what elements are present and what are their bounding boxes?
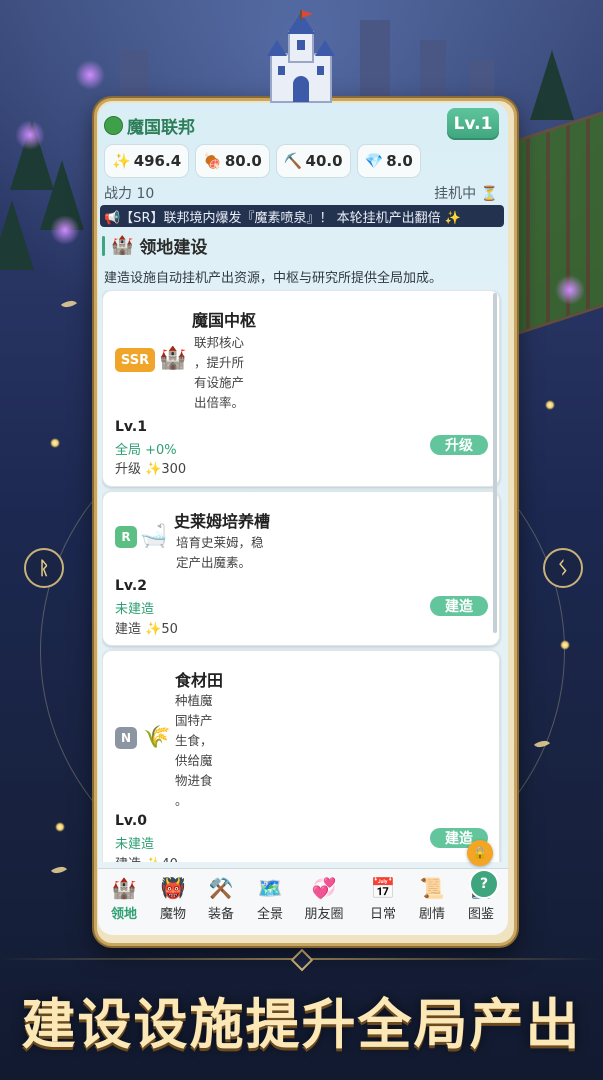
tab-panorama[interactable]: 🗺️ 全景 bbox=[247, 875, 293, 922]
lock-icon[interactable]: 🔒 bbox=[467, 840, 493, 866]
tab-label: 日常 bbox=[369, 907, 396, 922]
world-map-icon: 🗺️ bbox=[257, 876, 283, 900]
resource-meat[interactable]: 🍖 80.0 bbox=[195, 144, 270, 178]
tab-friends[interactable]: 💞 朋友圈 bbox=[301, 875, 347, 922]
magic-crystal bbox=[50, 215, 80, 245]
sparkle bbox=[545, 400, 555, 410]
help-button[interactable]: ? bbox=[469, 869, 499, 899]
magic-crystal bbox=[15, 120, 45, 150]
meat-icon: 🍖 bbox=[203, 152, 222, 170]
monster-icon: 👹 bbox=[160, 876, 186, 900]
combat-power: 战力 10 bbox=[104, 186, 155, 202]
section-description: 建造设施自动挂机产出资源，中枢与研究所提供全局加成。 bbox=[104, 271, 443, 286]
right-rune-icon: ᛊ bbox=[543, 548, 583, 588]
calendar-icon: 📅 bbox=[370, 876, 396, 900]
faction[interactable]: 魔国联邦 bbox=[104, 113, 195, 138]
castle-crest-icon bbox=[267, 10, 335, 103]
castle-icon: 🏰 bbox=[159, 346, 187, 371]
tab-label: 领地 bbox=[110, 907, 137, 922]
bathtub-icon: 🛁 bbox=[140, 524, 168, 549]
resource-value: 8.0 bbox=[386, 152, 413, 170]
building-card[interactable]: SSR 🏰 魔国中枢 联邦核心 ，提升所 有设施产 出倍率。 Lv.1 全局 +… bbox=[102, 290, 500, 487]
building-level: Lv.0 bbox=[115, 813, 147, 829]
building-cost: 升级 ✨300 bbox=[115, 462, 187, 477]
falling-leaf bbox=[50, 862, 68, 878]
territory-castle-icon: 🏰 bbox=[111, 235, 134, 256]
level-badge[interactable]: Lv.1 bbox=[447, 108, 499, 140]
faction-name: 魔国联邦 bbox=[127, 118, 195, 138]
building-cost: 建造 ✨40 bbox=[115, 853, 178, 862]
sparkle bbox=[560, 640, 570, 650]
building-level: Lv.2 bbox=[115, 578, 147, 594]
building-card[interactable]: R 🛁 史莱姆培养槽 培育史莱姆，稳 定产出魔素。 Lv.2 未建造 建造 ✨5… bbox=[102, 491, 500, 646]
building-cost: 建造 ✨50 bbox=[115, 622, 178, 637]
scroll-icon: 📜 bbox=[419, 876, 445, 900]
idle-status[interactable]: 挂机中 ⏳ bbox=[434, 183, 498, 203]
magic-crystal bbox=[75, 60, 105, 90]
hearts-icon: 💞 bbox=[311, 876, 337, 900]
building-level: Lv.1 bbox=[115, 419, 147, 435]
resource-sparkle[interactable]: ✨ 496.4 bbox=[104, 144, 190, 178]
section-title: 🏰 领地建设 bbox=[102, 233, 207, 258]
resource-bar: ✨ 496.4 🍖 80.0 ⛏️ 40.0 💎 8.0 bbox=[104, 144, 421, 178]
sparkle-icon: ✨ bbox=[112, 152, 131, 170]
building-name: 食材田 bbox=[175, 671, 224, 690]
upgrade-button[interactable]: 升级 bbox=[430, 435, 488, 455]
tab-monsters[interactable]: 👹 魔物 bbox=[150, 875, 196, 922]
building-description: 联邦核心 ，提升所 有设施产 出倍率。 bbox=[194, 335, 245, 410]
diamond-icon: 💎 bbox=[364, 152, 384, 170]
pine-tree bbox=[530, 50, 574, 120]
building-name: 魔国中枢 bbox=[192, 311, 257, 330]
resource-value: 496.4 bbox=[133, 152, 182, 170]
bottom-tab-bar: 🏰 领地 👹 魔物 ⚒️ 装备 🗺️ 全景 💞 朋友圈 📅 日常 📜 剧情 📘 bbox=[98, 868, 508, 935]
building-card[interactable]: N 🌾 食材田 种植魔 国特产 生食， 供给魔 物进食 。 Lv.0 未建造 建… bbox=[102, 650, 500, 862]
list-scrollbar[interactable] bbox=[493, 293, 497, 633]
resource-value: 40.0 bbox=[305, 152, 343, 170]
sparkle bbox=[55, 822, 65, 832]
tab-label: 图鉴 bbox=[467, 907, 494, 922]
title-accent-bar bbox=[102, 235, 105, 256]
tab-label: 魔物 bbox=[159, 907, 186, 922]
resource-value: 80.0 bbox=[224, 152, 262, 170]
tab-label: 朋友圈 bbox=[304, 907, 344, 922]
tab-label: 全景 bbox=[256, 907, 283, 922]
tab-label: 剧情 bbox=[418, 907, 445, 922]
sparkle bbox=[50, 438, 60, 448]
wheat-icon: 🌾 bbox=[143, 725, 171, 750]
ornament-diamond bbox=[290, 948, 314, 972]
building-description: 培育史莱姆，稳 定产出魔素。 bbox=[176, 535, 264, 570]
rarity-badge: SSR bbox=[115, 348, 155, 372]
tab-daily[interactable]: 📅 日常 bbox=[360, 875, 406, 922]
tab-equipment[interactable]: ⚒️ 装备 bbox=[198, 875, 244, 922]
building-description: 种植魔 国特产 生食， 供给魔 物进食 。 bbox=[175, 693, 213, 808]
tab-story[interactable]: 📜 剧情 bbox=[409, 875, 455, 922]
building-name: 史莱姆培养槽 bbox=[174, 512, 271, 531]
main-panel: 魔国联邦 Lv.1 ✨ 496.4 🍖 80.0 ⛏️ 40.0 💎 8.0 战… bbox=[98, 103, 508, 935]
tab-label: 装备 bbox=[207, 907, 234, 922]
event-ticker[interactable]: 📢【SR】联邦境内爆发『魔素喷泉』！ 本轮挂机产出翻倍 ✨ bbox=[100, 205, 504, 227]
building-stat: 全局 +0% bbox=[115, 443, 177, 458]
rarity-badge: N bbox=[115, 727, 137, 749]
promo-slogan: 建设设施提升全局产出 bbox=[21, 992, 582, 1056]
castle-tower bbox=[360, 20, 390, 100]
building-stat: 未建造 bbox=[115, 602, 155, 617]
resource-gem[interactable]: 💎 8.0 bbox=[356, 144, 421, 178]
hammer-pick-icon: ⚒️ bbox=[208, 876, 234, 900]
tab-territory[interactable]: 🏰 领地 bbox=[101, 875, 147, 922]
resource-ore[interactable]: ⛏️ 40.0 bbox=[275, 144, 351, 178]
building-stat: 未建造 bbox=[115, 837, 155, 852]
rarity-badge: R bbox=[115, 526, 137, 548]
section-title-text: 领地建设 bbox=[139, 238, 208, 258]
pickaxe-icon: ⛏️ bbox=[283, 152, 303, 170]
building-list[interactable]: SSR 🏰 魔国中枢 联邦核心 ，提升所 有设施产 出倍率。 Lv.1 全局 +… bbox=[102, 290, 502, 862]
magic-crystal bbox=[555, 275, 585, 305]
ticker-text: 📢【SR】联邦境内爆发『魔素喷泉』！ 本轮挂机产出翻倍 ✨ bbox=[104, 210, 461, 226]
build-button[interactable]: 建造 bbox=[430, 596, 488, 616]
pine-tree bbox=[0, 200, 34, 270]
left-rune-icon: ᚱ bbox=[24, 548, 64, 588]
faction-status-icon bbox=[104, 116, 123, 135]
territory-castle-icon: 🏰 bbox=[111, 876, 137, 900]
